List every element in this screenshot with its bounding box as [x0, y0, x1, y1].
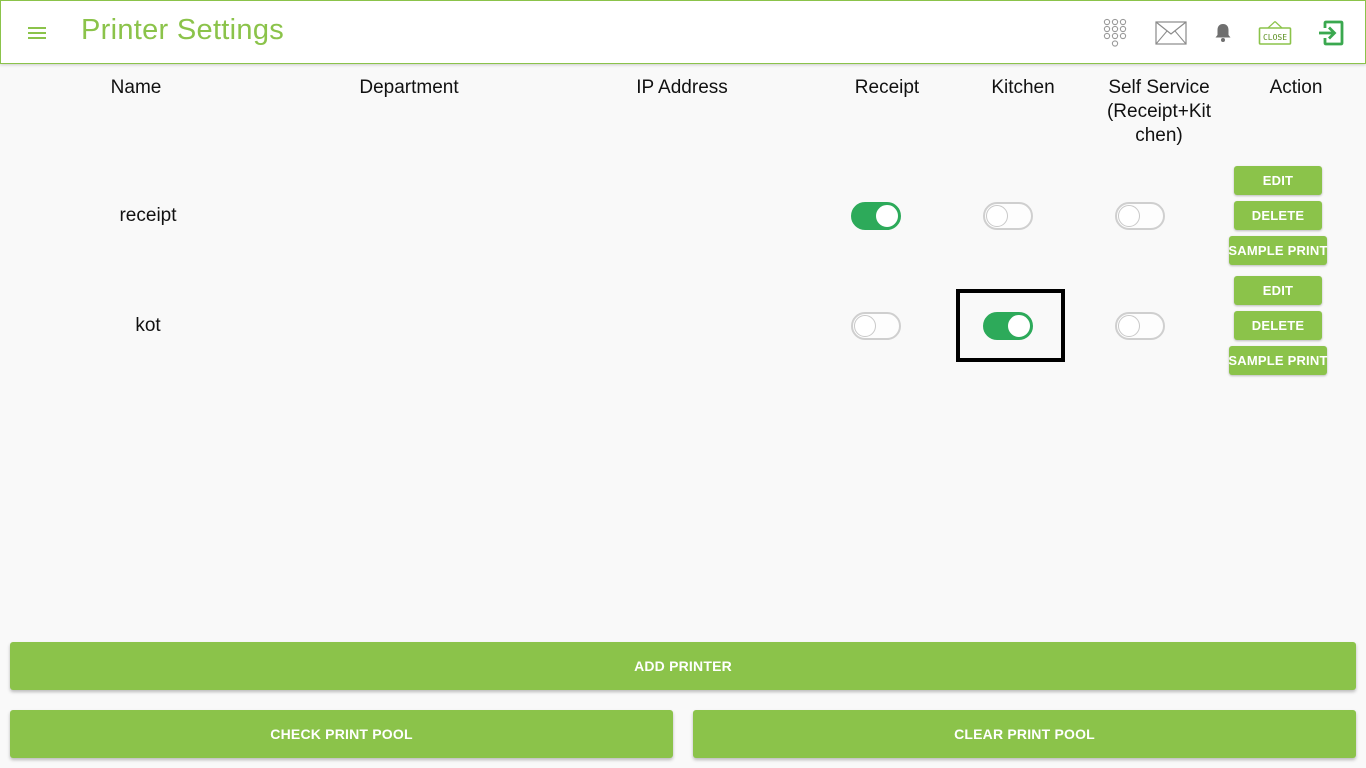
- delete-button[interactable]: DELETE: [1234, 201, 1322, 230]
- mail-icon[interactable]: [1153, 17, 1189, 49]
- delete-button[interactable]: DELETE: [1234, 311, 1322, 340]
- column-header-self-service: Self Service(Receipt+Kitchen): [1106, 77, 1212, 146]
- column-header-ip-address: IP Address: [636, 77, 728, 98]
- edit-button[interactable]: EDIT: [1234, 276, 1322, 305]
- clear-print-pool-button[interactable]: CLEAR PRINT POOL: [693, 710, 1356, 758]
- exit-icon[interactable]: [1315, 17, 1347, 49]
- self-service-toggle[interactable]: [1115, 312, 1165, 340]
- column-header-action: Action: [1269, 77, 1323, 98]
- column-header-name: Name: [110, 77, 162, 98]
- edit-button[interactable]: EDIT: [1234, 166, 1322, 195]
- app-header: Printer Settings CLOSE: [0, 0, 1366, 64]
- add-printer-button[interactable]: ADD PRINTER: [10, 642, 1356, 690]
- column-header-kitchen: Kitchen: [991, 77, 1055, 98]
- receipt-toggle[interactable]: [851, 202, 901, 230]
- focus-highlight: [956, 289, 1065, 362]
- sample-print-button[interactable]: SAMPLE PRINT: [1228, 346, 1327, 375]
- close-sign-icon[interactable]: CLOSE: [1255, 17, 1295, 49]
- page-title: Printer Settings: [81, 14, 285, 46]
- check-print-pool-button[interactable]: CHECK PRINT POOL: [10, 710, 673, 758]
- printer-name: kot: [135, 315, 161, 336]
- menu-icon[interactable]: [25, 21, 49, 45]
- sample-print-button[interactable]: SAMPLE PRINT: [1228, 236, 1327, 265]
- bell-icon[interactable]: [1209, 17, 1237, 49]
- receipt-toggle[interactable]: [851, 312, 901, 340]
- self-service-toggle[interactable]: [1115, 202, 1165, 230]
- kitchen-toggle[interactable]: [983, 202, 1033, 230]
- printer-name: receipt: [119, 205, 177, 226]
- column-header-receipt: Receipt: [854, 77, 920, 98]
- close-sign-text: CLOSE: [1263, 33, 1287, 42]
- keypad-icon[interactable]: [1099, 17, 1131, 49]
- column-header-department: Department: [359, 77, 459, 98]
